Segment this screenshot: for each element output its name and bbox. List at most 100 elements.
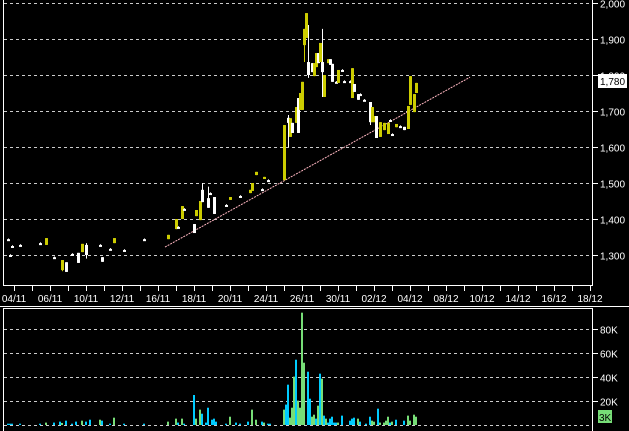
- candle-down: [99, 244, 102, 247]
- candle-up: [409, 76, 412, 105]
- candle-up: [167, 234, 170, 240]
- volume-bar: [235, 422, 237, 425]
- date-axis: 04/11 06/11 10/11 12/11 16/11 18/11 20/11 24/11…: [2, 285, 603, 305]
- volume-bar: [371, 420, 373, 425]
- candle-down: [183, 208, 186, 211]
- candle-down: [399, 126, 402, 129]
- date-tick-label: 10/11: [74, 294, 99, 305]
- volume-bar: [353, 417, 355, 425]
- volume-bar: [299, 407, 301, 425]
- candle-up: [255, 171, 258, 176]
- candle-down: [77, 252, 80, 263]
- date-tick-label: 10/12: [469, 294, 494, 305]
- candle-up: [395, 123, 398, 128]
- volume-bar: [167, 421, 169, 425]
- last-volume-label: 3K: [599, 413, 612, 424]
- volume-bar: [65, 420, 67, 425]
- candle-up: [181, 206, 184, 219]
- candle-down: [109, 248, 112, 251]
- volume-bar: [365, 423, 367, 425]
- volume-bar: [181, 418, 183, 425]
- volume-bar: [255, 419, 257, 425]
- volume-bar: [59, 421, 61, 425]
- candle-down: [353, 84, 356, 92]
- candle-down: [213, 197, 216, 214]
- candle-down: [193, 224, 196, 234]
- volume-bar: [247, 421, 249, 425]
- candle-up: [351, 68, 354, 99]
- candle-down: [209, 193, 212, 196]
- price-axis: 2,0001,9001,8001,7001,6001,5001,4001,300: [592, 0, 625, 263]
- date-tick-label: 04/12: [397, 294, 422, 305]
- volume-bar: [301, 312, 303, 425]
- stock-chart: 2,0001,9001,8001,7001,6001,5001,4001,300…: [0, 0, 629, 431]
- volume-bar: [413, 414, 415, 425]
- volume-bar: [177, 422, 179, 425]
- candle-down: [359, 94, 362, 97]
- volume-bar: [357, 418, 359, 425]
- volume-bar: [385, 420, 387, 425]
- volume-bar: [323, 415, 325, 425]
- volume-bar: [373, 421, 375, 425]
- volume-bar: [303, 362, 305, 425]
- last-price-label: 1,780: [600, 77, 625, 88]
- volume-bar: [383, 422, 385, 425]
- volume-bar: [213, 418, 215, 425]
- volume-bar: [269, 423, 271, 425]
- price-tick-label: 1,300: [600, 252, 625, 263]
- volume-bar: [195, 418, 197, 425]
- candle-down: [391, 134, 394, 137]
- volume-bar: [7, 423, 9, 425]
- volume-bar: [263, 422, 265, 425]
- candle-down: [331, 63, 334, 82]
- trendline[interactable]: [164, 76, 471, 248]
- candle-up: [301, 81, 304, 110]
- volume-bar: [377, 408, 379, 425]
- date-tick-label: 12/11: [110, 294, 135, 305]
- volume-bar: [285, 404, 287, 425]
- volume-bar: [311, 416, 313, 425]
- volume-series: [7, 312, 417, 425]
- candle-down: [123, 249, 126, 252]
- volume-bar: [19, 423, 21, 425]
- candle-down: [225, 204, 228, 207]
- candle-down: [85, 244, 88, 255]
- price-tick-label: 1,400: [600, 216, 625, 227]
- volume-tick-label: 60K: [600, 350, 618, 361]
- price-tick-label: 1,600: [600, 144, 625, 155]
- candle-down: [375, 116, 378, 138]
- candle-up: [81, 243, 84, 253]
- date-tick-label: 20/11: [218, 294, 243, 305]
- volume-bar: [391, 421, 393, 425]
- candle-up: [199, 201, 202, 221]
- volume-bar: [113, 417, 115, 425]
- last-price-marker: 1,780: [598, 74, 627, 88]
- volume-bar: [205, 422, 207, 425]
- volume-bar: [333, 422, 335, 425]
- volume-bar: [229, 416, 231, 425]
- price-tick-label: 1,500: [600, 180, 625, 191]
- volume-bar: [99, 419, 101, 425]
- volume-bar: [351, 418, 353, 425]
- candle-down: [307, 62, 310, 75]
- volume-bar: [295, 359, 297, 425]
- volume-bar: [331, 416, 333, 425]
- candle-up: [305, 13, 308, 38]
- volume-bar: [71, 423, 73, 425]
- volume-tick-label: 20K: [600, 398, 618, 409]
- candle-down: [19, 244, 22, 247]
- volume-tick-label: 40K: [600, 374, 618, 385]
- volume-bar: [319, 373, 321, 425]
- volume-bar: [395, 419, 397, 425]
- candle-up: [323, 75, 326, 97]
- candle-up: [383, 122, 386, 131]
- candlestick-series: [7, 13, 418, 272]
- candle-up: [113, 238, 116, 244]
- volume-bar: [359, 421, 361, 425]
- date-tick-label: 26/11: [290, 294, 315, 305]
- volume-bar: [409, 420, 411, 425]
- volume-bar: [297, 400, 299, 425]
- candle-down: [343, 81, 346, 84]
- candle-up: [379, 122, 382, 137]
- volume-bar: [45, 422, 47, 425]
